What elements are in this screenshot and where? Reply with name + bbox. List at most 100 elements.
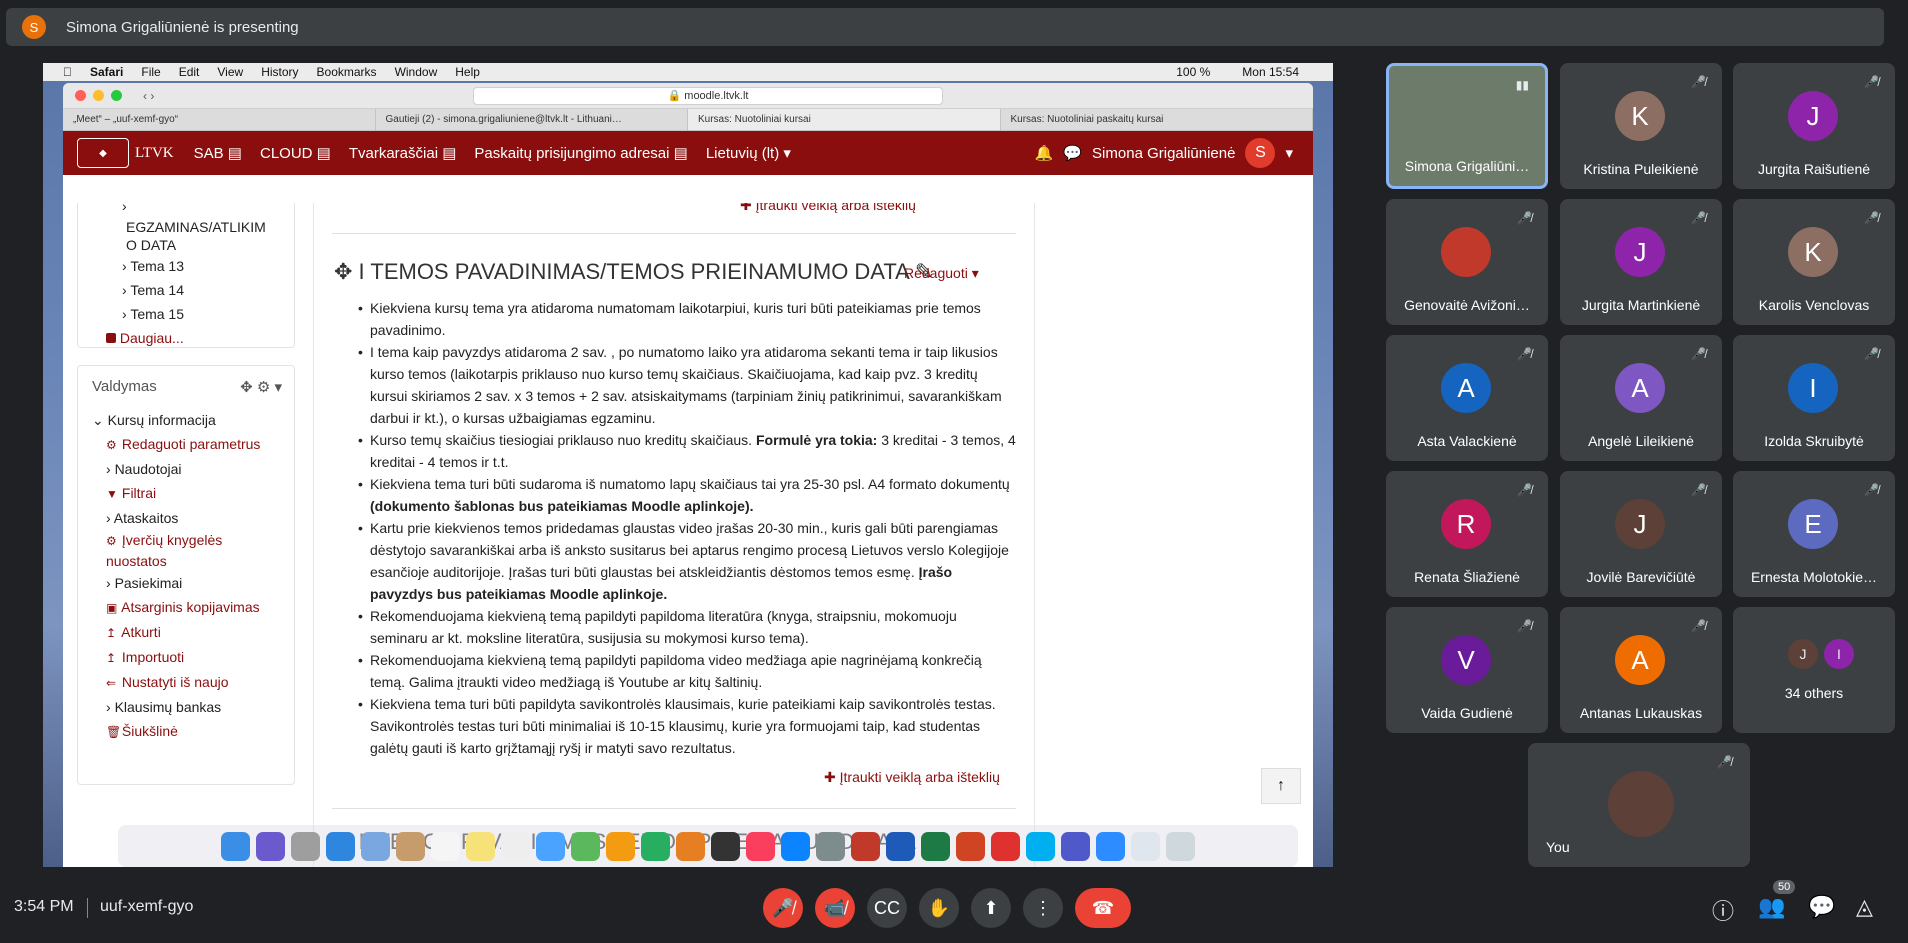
contacts-icon[interactable] xyxy=(396,831,425,861)
tab-meet[interactable]: „Meet“ – „uuf-xemf-gyo“ xyxy=(63,109,376,130)
acrobat-icon[interactable] xyxy=(851,831,880,861)
nav-topic-14[interactable]: › Tema 14 xyxy=(122,278,294,302)
nav-language[interactable]: Lietuvių (lt) ▾ xyxy=(706,144,791,162)
admin-reports[interactable]: › Ataskaitos xyxy=(106,506,282,530)
admin-edit-settings[interactable]: ⚙ Redaguoti parametrus xyxy=(106,432,282,457)
menu-history[interactable]: History xyxy=(261,65,298,79)
raise-hand-button[interactable]: ✋ xyxy=(919,888,959,928)
calendar-icon[interactable] xyxy=(431,831,460,861)
admin-backup[interactable]: ▣ Atsarginis kopijavimas xyxy=(106,595,282,620)
back-to-top-button[interactable]: ↑ xyxy=(1261,768,1301,804)
others-tile[interactable]: J I 34 others xyxy=(1733,607,1895,733)
menu-edit[interactable]: Edit xyxy=(179,65,200,79)
activities-icon[interactable]: ◬ xyxy=(1856,894,1873,920)
menu-file[interactable]: File xyxy=(141,65,160,79)
admin-recycle-bin[interactable]: 🗑 Šiukšlinė xyxy=(106,719,282,744)
admin-filters[interactable]: ▼ Filtrai xyxy=(106,481,282,506)
finder-icon[interactable] xyxy=(221,831,250,861)
nav-topic-15[interactable]: › Tema 15 xyxy=(122,302,294,326)
mic-off-button[interactable]: 🎤̸ xyxy=(763,888,803,928)
course-info[interactable]: ⌄ Kursų informacija xyxy=(92,408,282,432)
facetime-icon[interactable] xyxy=(571,831,600,861)
settings-icon[interactable] xyxy=(816,831,845,861)
skype-icon[interactable] xyxy=(1026,831,1055,861)
quicktime-icon[interactable] xyxy=(711,831,740,861)
messages-icon[interactable] xyxy=(536,831,565,861)
zoom-icon[interactable] xyxy=(1096,831,1125,861)
admin-badges[interactable]: › Pasiekimai xyxy=(106,571,282,595)
participant-tile[interactable]: J Jurgita Raišutienė 🎤̸ xyxy=(1733,63,1895,189)
participant-tile[interactable]: I Izolda Skruibytė 🎤̸ xyxy=(1733,335,1895,461)
ltvk-logo[interactable]: ◆ xyxy=(77,138,129,168)
participant-tile[interactable]: A Angelė Lileikienė 🎤̸ xyxy=(1560,335,1722,461)
menu-window[interactable]: Window xyxy=(395,65,438,79)
safari-icon[interactable] xyxy=(326,831,355,861)
admin-reset[interactable]: ⇐ Nustatyti iš naujo xyxy=(106,670,282,695)
people-icon[interactable]: 👥 xyxy=(1758,894,1785,920)
admin-users[interactable]: › Naudotojai xyxy=(106,457,282,481)
participant-tile[interactable]: Genovaitė Avižoni… 🎤̸ xyxy=(1386,199,1548,325)
trash-icon[interactable] xyxy=(1166,831,1195,861)
powerpoint-icon[interactable] xyxy=(956,831,985,861)
leave-call-button[interactable]: ☎ xyxy=(1075,888,1131,928)
appstore-icon[interactable] xyxy=(781,831,810,861)
minimize-window-icon[interactable] xyxy=(93,90,104,101)
gear-icon[interactable]: ✥ ⚙ ▾ xyxy=(240,378,282,396)
keynote-icon[interactable] xyxy=(676,831,705,861)
participant-tile[interactable]: J Jovilė Barevičiūtė 🎤̸ xyxy=(1560,471,1722,597)
tab-course-1[interactable]: Kursas: Nuotoliniai kursai xyxy=(688,109,1001,130)
apple-icon[interactable]:  xyxy=(63,65,72,79)
chat-icon[interactable]: 💬 xyxy=(1808,894,1835,920)
chat-icon[interactable]: 💬 xyxy=(1063,144,1082,162)
nav-sab[interactable]: SAB ▤ xyxy=(194,144,242,162)
participant-tile[interactable]: A Asta Valackienė 🎤̸ xyxy=(1386,335,1548,461)
participant-tile[interactable]: K Karolis Venclovas 🎤̸ xyxy=(1733,199,1895,325)
menu-view[interactable]: View xyxy=(217,65,243,79)
participant-tile[interactable]: J Jurgita Martinkienė 🎤̸ xyxy=(1560,199,1722,325)
anydesk-icon[interactable] xyxy=(991,831,1020,861)
info-icon[interactable]: ⓘ xyxy=(1712,894,1734,926)
tab-course-2[interactable]: Kursas: Nuotoliniai paskaitų kursai xyxy=(1001,109,1313,130)
tab-gmail[interactable]: Gautieji (2) - simona.grigaliuniene@ltvk… xyxy=(376,109,688,130)
self-tile[interactable]: You 🎤̸ xyxy=(1528,743,1750,867)
admin-import[interactable]: ↥ Importuoti xyxy=(106,645,282,670)
add-activity-link[interactable]: ✚ Įtraukti veiklą arba išteklių xyxy=(824,769,1000,786)
user-menu[interactable]: 🔔 💬 Simona Grigaliūnienė S ▾ xyxy=(1035,138,1293,168)
back-icon[interactable]: ‹ › xyxy=(143,89,154,103)
nav-login-addresses[interactable]: Paskaitų prisijungimo adresai ▤ xyxy=(474,144,687,162)
admin-restore[interactable]: ↥ Atkurti xyxy=(106,620,282,645)
word-icon[interactable] xyxy=(886,831,915,861)
numbers-icon[interactable] xyxy=(641,831,670,861)
captions-button[interactable]: CC xyxy=(867,888,907,928)
teams-icon[interactable] xyxy=(1061,831,1090,861)
participant-tile[interactable]: A Antanas Lukauskas 🎤̸ xyxy=(1560,607,1722,733)
siri-icon[interactable] xyxy=(256,831,285,861)
notes-icon[interactable] xyxy=(466,831,495,861)
present-button[interactable]: ⬆ xyxy=(971,888,1011,928)
camera-off-button[interactable]: 📹̸ xyxy=(815,888,855,928)
music-icon[interactable] xyxy=(746,831,775,861)
photos-icon[interactable] xyxy=(606,831,635,861)
bell-icon[interactable]: 🔔 xyxy=(1035,144,1054,162)
chevron-down-icon[interactable]: ▾ xyxy=(1285,144,1293,162)
more-options-button[interactable]: ⋮ xyxy=(1023,888,1063,928)
menu-help[interactable]: Help xyxy=(455,65,480,79)
address-bar[interactable]: 🔒 moodle.ltvk.lt xyxy=(473,87,943,105)
participant-tile[interactable]: E Ernesta Molotokie… 🎤̸ xyxy=(1733,471,1895,597)
chevron-right-icon[interactable]: › xyxy=(122,203,294,218)
zoom-window-icon[interactable] xyxy=(111,90,122,101)
excel-icon[interactable] xyxy=(921,831,950,861)
edit-menu[interactable]: Redaguoti ▾ xyxy=(904,265,979,282)
admin-question-bank[interactable]: › Klausimų bankas xyxy=(106,695,282,719)
participant-tile[interactable]: R Renata Šliažienė 🎤̸ xyxy=(1386,471,1548,597)
nav-cloud[interactable]: CLOUD ▤ xyxy=(260,144,331,162)
launchpad-icon[interactable] xyxy=(291,831,320,861)
close-window-icon[interactable] xyxy=(75,90,86,101)
nav-more[interactable]: Daugiau... xyxy=(106,326,294,350)
participant-tile[interactable]: V Vaida Gudienė 🎤̸ xyxy=(1386,607,1548,733)
participant-tile[interactable]: K Kristina Puleikienė 🎤̸ xyxy=(1560,63,1722,189)
participant-tile[interactable]: Simona Grigaliūni… ▮▮ xyxy=(1386,63,1548,189)
menu-safari[interactable]: Safari xyxy=(90,65,123,79)
menu-bookmarks[interactable]: Bookmarks xyxy=(317,65,377,79)
nav-timetables[interactable]: Tvarkaraščiai ▤ xyxy=(349,144,457,162)
